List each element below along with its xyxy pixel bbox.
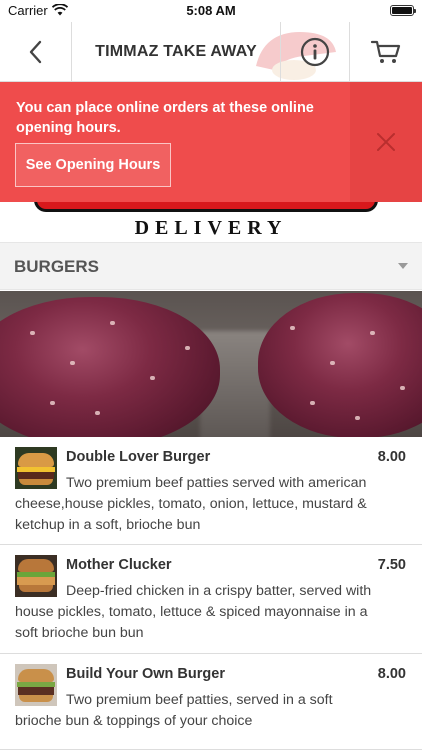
item-price: 8.00 (377, 449, 406, 465)
chevron-down-icon (398, 263, 408, 269)
chevron-left-icon (29, 40, 41, 64)
status-bar: Carrier 5:08 AM (0, 0, 422, 22)
item-description: Two premium beef patties served with ame… (15, 475, 367, 533)
navigation-bar: TIMMAZ TAKE AWAY (0, 22, 422, 82)
item-description: Two premium beef patties, served in a so… (15, 692, 333, 729)
item-name: Double Lover Burger (66, 449, 211, 465)
category-image (0, 291, 422, 437)
menu-list: Double Lover Burger 8.00 Two premium bee… (0, 437, 422, 750)
alert-message: You can place online orders at these onl… (16, 100, 314, 136)
banner-logo-text: DELIVERY (134, 217, 288, 239)
page-title: TIMMAZ TAKE AWAY (95, 43, 257, 60)
menu-item[interactable]: Double Lover Burger 8.00 Two premium bee… (0, 437, 422, 545)
item-price: 7.50 (377, 557, 406, 573)
item-description: Deep-fried chicken in a crispy batter, s… (15, 583, 372, 641)
opening-hours-alert: You can place online orders at these onl… (0, 82, 422, 202)
item-name: Mother Clucker (66, 557, 172, 573)
menu-item[interactable]: Build Your Own Burger 8.00 Two premium b… (0, 654, 422, 750)
cart-button[interactable] (350, 22, 422, 82)
info-circle-icon (300, 37, 330, 67)
category-title: BURGERS (14, 257, 100, 276)
see-opening-hours-button[interactable]: See Opening Hours (15, 143, 171, 187)
menu-item[interactable]: Mother Clucker 7.50 Deep-fried chicken i… (0, 545, 422, 654)
category-header-burgers[interactable]: BURGERS (0, 242, 422, 290)
alert-close-button[interactable] (350, 82, 422, 202)
cart-icon (370, 40, 401, 63)
battery-icon (390, 5, 416, 16)
status-time: 5:08 AM (186, 3, 236, 18)
item-name: Build Your Own Burger (66, 666, 225, 682)
restaurant-banner: DELIVERY (0, 200, 422, 242)
info-button[interactable] (280, 22, 350, 82)
close-icon (377, 133, 395, 151)
back-button[interactable] (0, 22, 72, 82)
item-price: 8.00 (377, 666, 406, 682)
